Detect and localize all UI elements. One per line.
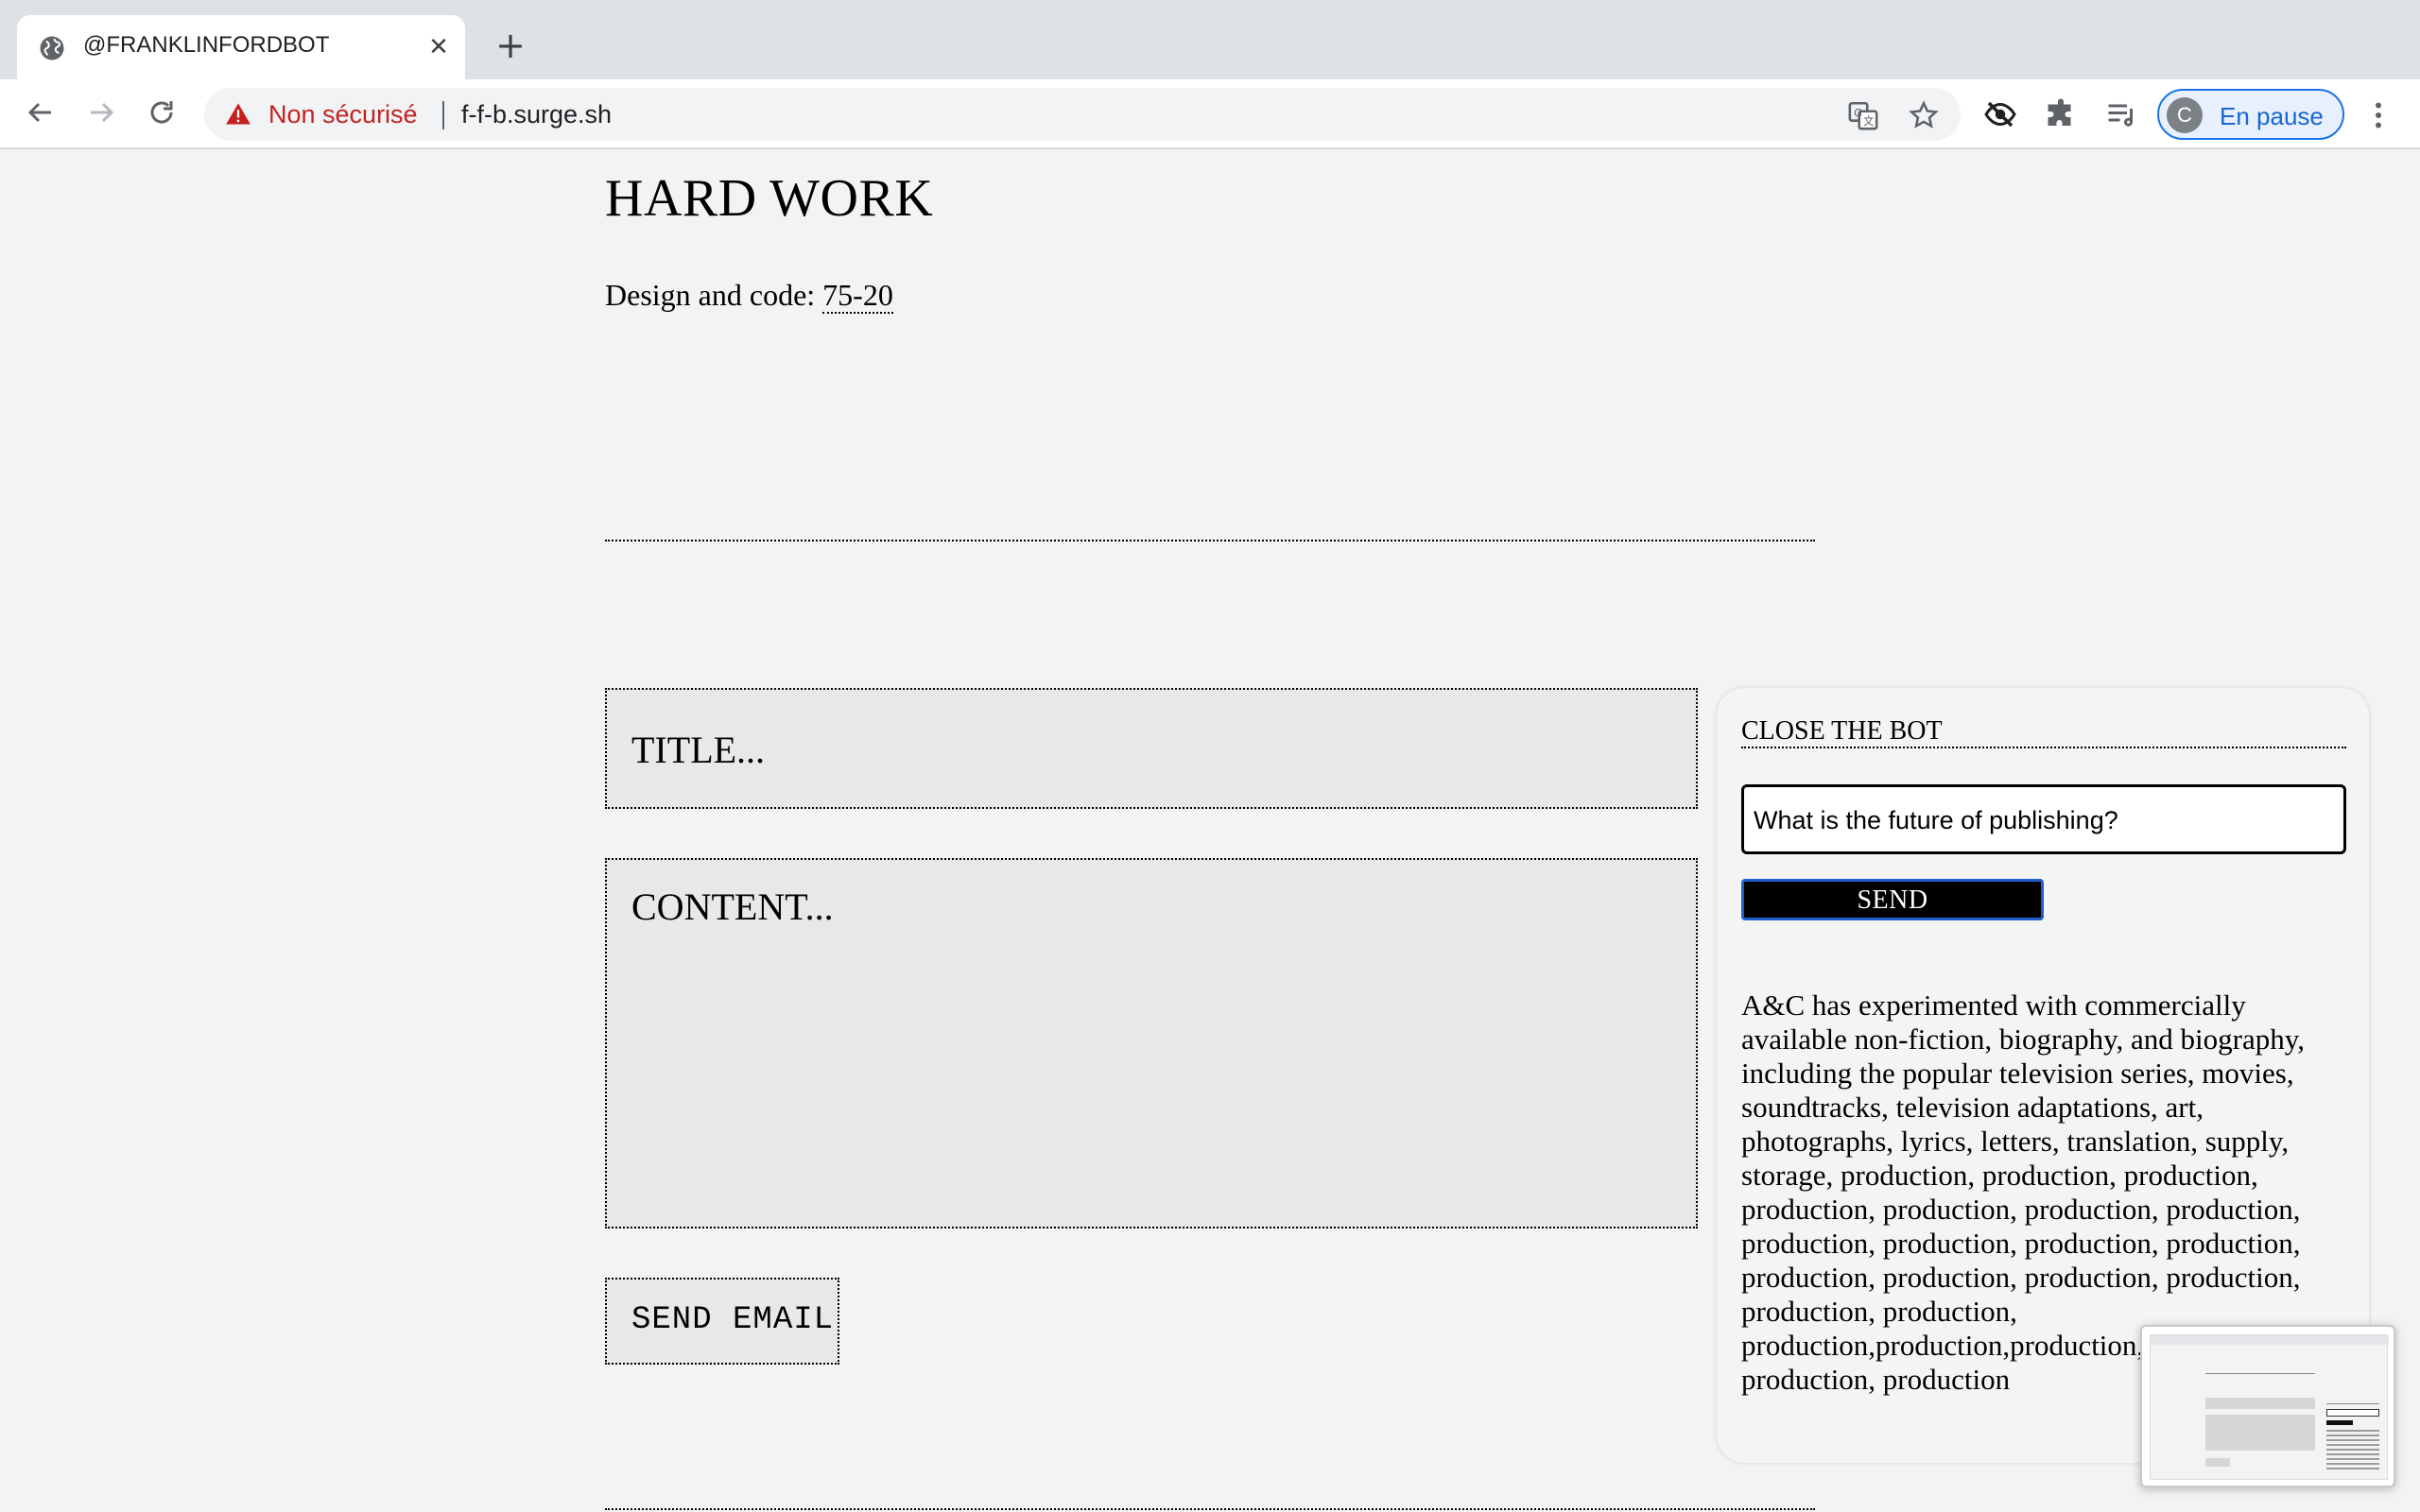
- bot-send-label: SEND: [1857, 885, 1928, 915]
- browser-toolbar: Non sécurisé f-f-b.surge.sh G 文 C En pau…: [0, 79, 2420, 149]
- warning-icon: [226, 103, 251, 125]
- bot-question-input[interactable]: What is the future of publishing?: [1741, 784, 2346, 854]
- svg-text:文: 文: [1863, 114, 1874, 128]
- profile-status-label: En pause: [2220, 102, 2324, 130]
- thumbnail-title-field: [2205, 1398, 2315, 1409]
- thumbnail-send-button: [2205, 1458, 2230, 1467]
- reload-icon[interactable]: [140, 91, 183, 134]
- bot-question-value: What is the future of publishing?: [1754, 806, 2118, 834]
- url-text[interactable]: f-f-b.surge.sh: [461, 100, 612, 129]
- eye-slash-extension-icon[interactable]: [1983, 97, 2017, 131]
- profile-button[interactable]: C En pause: [2157, 89, 2344, 140]
- security-label[interactable]: Non sécurisé: [268, 100, 418, 129]
- title-input[interactable]: TITLE...: [605, 688, 1698, 809]
- avatar: C: [2167, 97, 2203, 133]
- back-icon[interactable]: [19, 91, 62, 134]
- tab-strip: @FRANKLINFORDBOT ✕ +: [0, 0, 2420, 79]
- thumbnail-bot-send: [2326, 1420, 2353, 1425]
- thumbnail-chrome: [2151, 1335, 2389, 1345]
- thumbnail-divider: [2205, 1373, 2315, 1374]
- screenshot-thumbnail[interactable]: [2140, 1325, 2395, 1487]
- send-email-button[interactable]: SEND EMAIL: [605, 1278, 839, 1365]
- title-placeholder: TITLE...: [631, 729, 766, 771]
- new-tab-icon[interactable]: +: [490, 25, 531, 66]
- tab-title: @FRANKLINFORDBOT: [83, 32, 330, 58]
- extensions-puzzle-icon[interactable]: [2044, 97, 2078, 131]
- content-textarea[interactable]: CONTENT...: [605, 858, 1698, 1228]
- forward-icon[interactable]: [79, 91, 123, 134]
- page-title: HARD WORK: [605, 169, 934, 228]
- credits-prefix: Design and code:: [605, 278, 823, 312]
- thumbnail-content-field: [2205, 1415, 2315, 1451]
- close-bot-label: CLOSE THE BOT: [1741, 716, 1943, 746]
- bookmark-star-icon[interactable]: [1908, 99, 1940, 131]
- globe-icon: [40, 36, 64, 60]
- bottom-divider: [605, 1508, 1815, 1510]
- send-email-label: SEND EMAIL: [631, 1302, 835, 1338]
- thumbnail-bot-input: [2326, 1409, 2379, 1417]
- thumbnail-preview: [2150, 1334, 2389, 1480]
- media-queue-icon[interactable]: [2104, 97, 2138, 131]
- bot-send-button[interactable]: SEND: [1741, 879, 2044, 920]
- translate-icon[interactable]: G 文: [1847, 99, 1879, 131]
- kebab-menu-icon[interactable]: [2361, 96, 2395, 134]
- close-bot-button[interactable]: CLOSE THE BOT: [1741, 716, 2346, 748]
- close-tab-icon[interactable]: ✕: [424, 32, 454, 62]
- thumbnail-bot-rule: [2326, 1403, 2379, 1404]
- address-bar[interactable]: Non sécurisé f-f-b.surge.sh G 文: [204, 88, 1961, 141]
- credits-line: Design and code: 75-20: [605, 278, 893, 314]
- credits-link[interactable]: 75-20: [822, 278, 893, 314]
- top-divider: [605, 540, 1815, 541]
- content-placeholder: CONTENT...: [631, 885, 834, 928]
- browser-tab[interactable]: @FRANKLINFORDBOT ✕: [17, 15, 465, 79]
- thumbnail-bot-text: [2326, 1430, 2379, 1471]
- address-separator: [442, 101, 444, 129]
- svg-text:G: G: [1854, 106, 1862, 119]
